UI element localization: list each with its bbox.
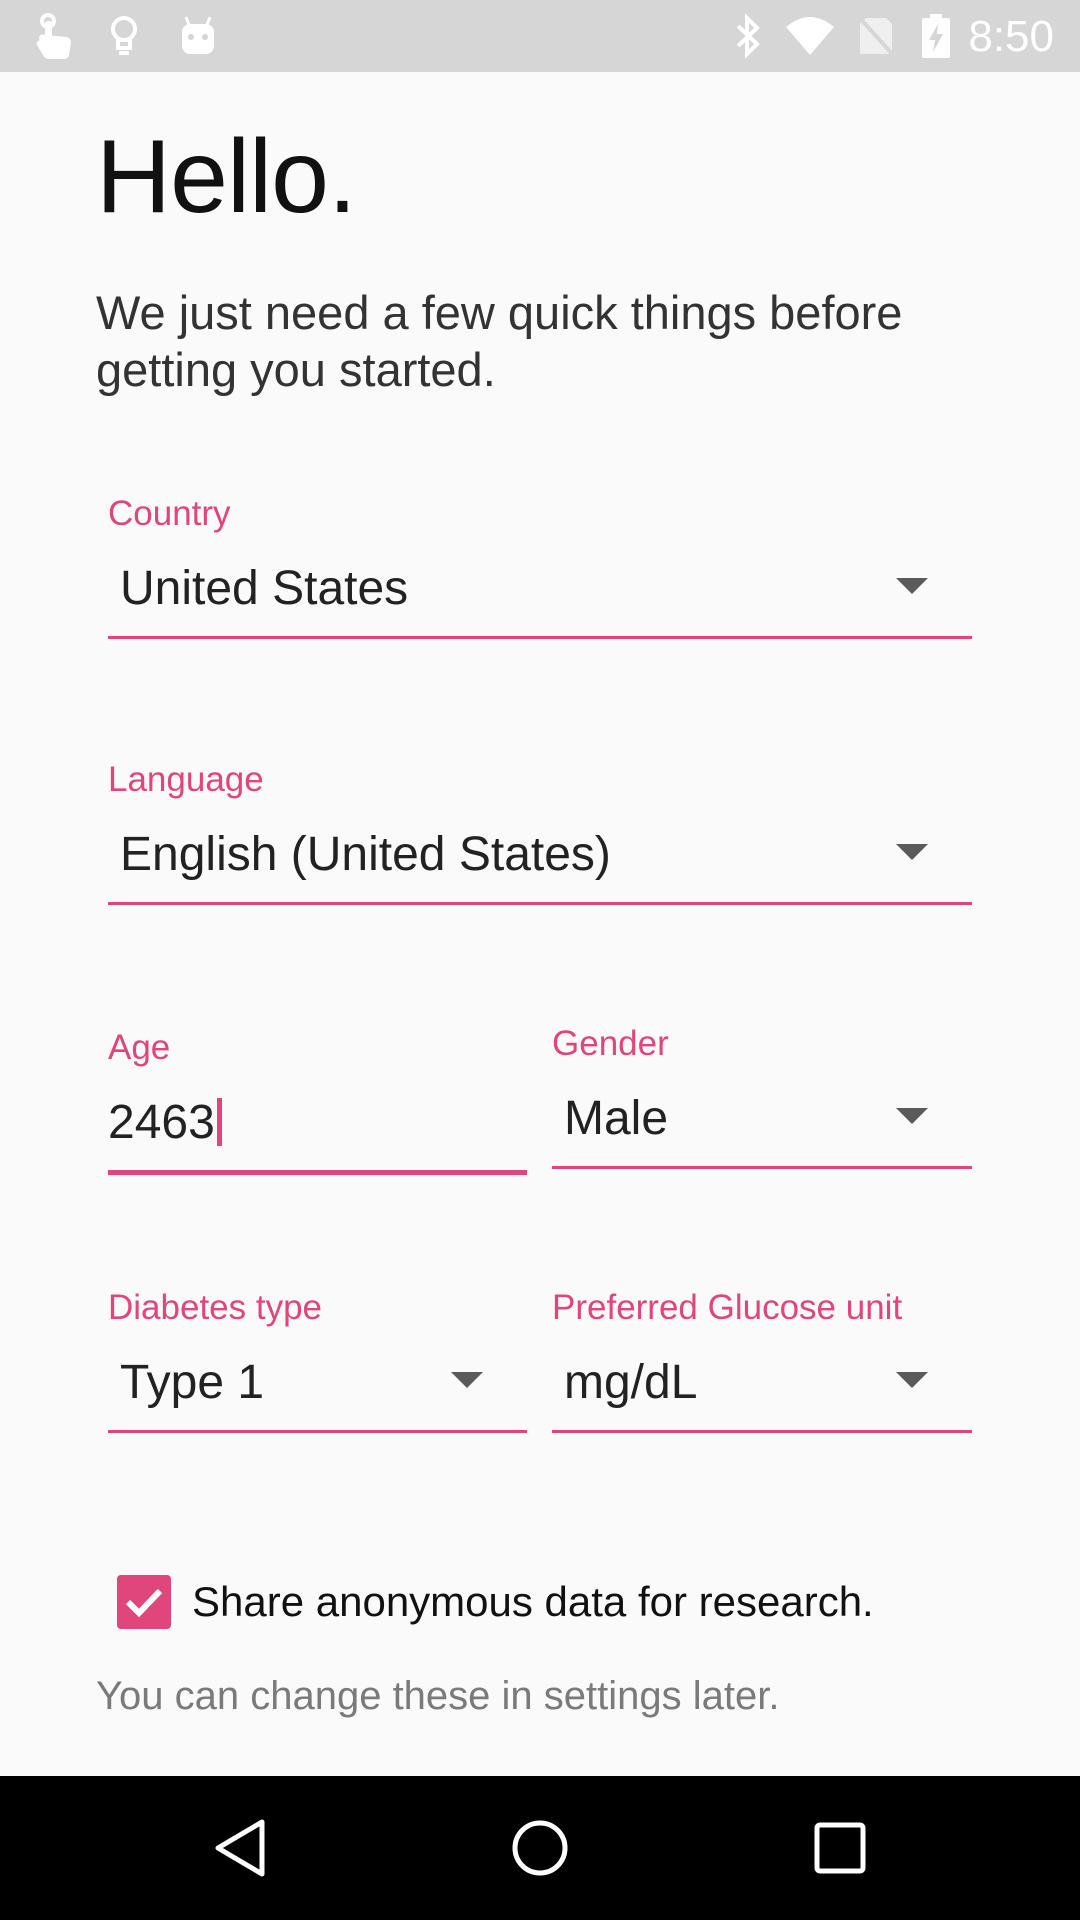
check-icon: [125, 1588, 163, 1618]
dropdown-arrow-icon: [896, 578, 928, 594]
lightbulb-icon: [106, 0, 142, 72]
country-value: United States: [120, 562, 409, 615]
gender-value: Male: [564, 1092, 669, 1145]
age-value: 2463: [108, 1095, 222, 1150]
page-subtitle: We just need a few quick things before g…: [96, 286, 903, 396]
diabetes-type-label: Diabetes type: [108, 1288, 323, 1327]
age-text: 2463: [108, 1096, 215, 1149]
gender-label: Gender: [552, 1024, 669, 1063]
language-dropdown[interactable]: English (United States): [108, 822, 972, 905]
share-data-checkbox[interactable]: [117, 1575, 171, 1629]
country-label: Country: [108, 494, 231, 533]
touch-icon: [28, 0, 78, 72]
home-icon[interactable]: [465, 1776, 615, 1920]
settings-note: You can change these in settings later.: [96, 1674, 780, 1718]
android-icon: [176, 0, 220, 72]
back-icon[interactable]: [165, 1776, 315, 1920]
battery-charging-icon: [916, 0, 956, 72]
glucose-unit-dropdown[interactable]: mg/dL: [552, 1350, 972, 1433]
glucose-unit-label: Preferred Glucose unit: [552, 1288, 903, 1327]
country-dropdown[interactable]: United States: [108, 556, 972, 639]
diabetes-type-value: Type 1: [120, 1356, 265, 1409]
dropdown-arrow-icon: [896, 1108, 928, 1124]
age-label: Age: [108, 1028, 171, 1067]
status-time: 8:50: [968, 12, 1054, 61]
recents-icon[interactable]: [765, 1776, 915, 1920]
language-value: English (United States): [120, 828, 611, 881]
page-title: Hello.: [96, 119, 357, 235]
wifi-icon: [782, 0, 838, 72]
glucose-unit-value: mg/dL: [564, 1356, 698, 1409]
no-sim-icon: [854, 0, 898, 72]
text-cursor: [216, 1098, 222, 1146]
gender-dropdown[interactable]: Male: [552, 1086, 972, 1169]
diabetes-type-dropdown[interactable]: Type 1: [108, 1350, 527, 1433]
status-bar: 8:50: [0, 0, 1080, 72]
age-input[interactable]: 2463: [108, 1090, 527, 1175]
bluetooth-icon: [728, 0, 768, 72]
language-label: Language: [108, 760, 264, 799]
share-data-label[interactable]: Share anonymous data for research.: [192, 1578, 874, 1626]
dropdown-arrow-icon: [896, 1372, 928, 1388]
dropdown-arrow-icon: [896, 844, 928, 860]
navigation-bar: [0, 1776, 1080, 1920]
dropdown-arrow-icon: [451, 1372, 483, 1388]
